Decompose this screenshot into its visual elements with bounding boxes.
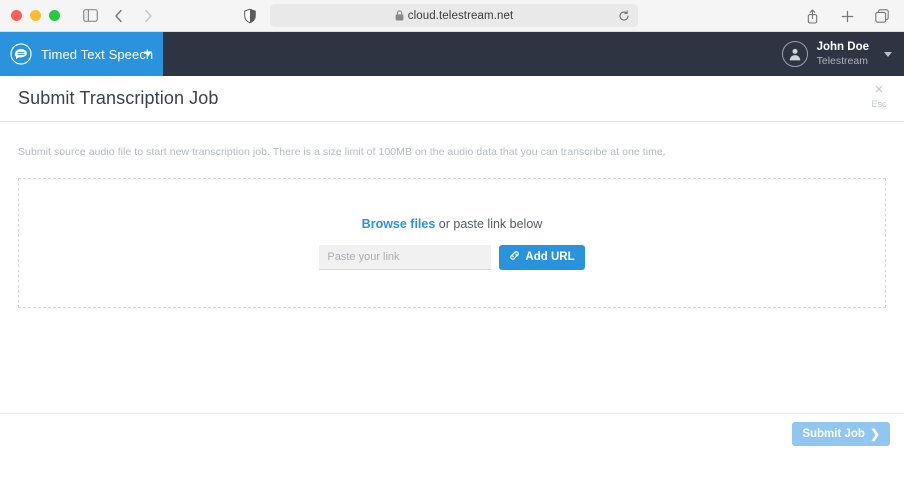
page-title: Submit Transcription Job (18, 88, 219, 108)
close-button[interactable]: × Esc (864, 81, 894, 109)
browser-right-icons (799, 0, 895, 32)
chevron-right-icon: ❯ (869, 426, 880, 441)
sidebar-toggle-icon[interactable] (77, 5, 103, 27)
submit-job-button[interactable]: Submit Job ❯ (792, 421, 890, 446)
page-description: Submit source audio file to start new tr… (18, 146, 666, 158)
dropzone-wrapper: Browse files or paste link below Add URL (0, 171, 904, 311)
plus-icon[interactable] (834, 5, 860, 27)
reload-icon[interactable] (618, 9, 630, 22)
navbar-spacer (163, 32, 782, 76)
dropzone-prompt-rest: or paste link below (435, 216, 543, 231)
user-meta: John Doe Telestream (817, 41, 869, 66)
add-url-label: Add URL (525, 251, 575, 263)
user-menu[interactable]: John Doe Telestream (781, 32, 904, 76)
add-url-button[interactable]: Add URL (499, 244, 585, 270)
browser-toolbar: cloud.telestream.net (0, 0, 904, 32)
traffic-lights (0, 10, 60, 21)
browser-nav-icons (77, 5, 161, 27)
paste-link-row: Add URL (319, 244, 585, 270)
window-close-button[interactable] (11, 10, 22, 21)
address-bar-field[interactable]: cloud.telestream.net (270, 4, 638, 27)
tabs-overview-icon[interactable] (869, 5, 895, 27)
browse-files-link[interactable]: Browse files (362, 217, 436, 231)
close-shortcut-label: Esc (871, 98, 887, 109)
dropzone-prompt: Browse files or paste link below (362, 217, 543, 231)
privacy-shield-icon[interactable] (244, 8, 256, 23)
back-chevron-icon[interactable] (106, 5, 132, 27)
close-icon: × (874, 81, 884, 98)
user-avatar-icon (781, 41, 808, 67)
window-minimize-button[interactable] (30, 10, 41, 21)
page-header: Submit Transcription Job × Esc (0, 76, 904, 122)
user-org: Telestream (816, 54, 868, 67)
brand-label: Timed Text Speech (41, 46, 154, 62)
page-footer: Submit Job ❯ (0, 413, 904, 453)
link-chain-icon (509, 250, 520, 264)
share-icon[interactable] (799, 5, 825, 27)
window-maximize-button[interactable] (49, 10, 60, 21)
user-name: John Doe (816, 41, 869, 54)
submit-job-label: Submit Job (802, 427, 865, 440)
paste-link-input[interactable] (319, 244, 492, 270)
speech-bubble-logo (10, 43, 32, 65)
chevron-down-icon[interactable] (884, 51, 892, 57)
forward-chevron-icon[interactable] (135, 5, 161, 27)
address-bar[interactable]: cloud.telestream.net (270, 4, 638, 27)
brand-product-switcher[interactable]: Timed Text Speech (0, 32, 163, 76)
main-content: Submit source audio file to start new tr… (0, 122, 904, 453)
chevron-down-icon[interactable] (144, 51, 152, 57)
app-navbar: Timed Text Speech John Doe Telestream (0, 32, 904, 76)
lock-icon (395, 10, 404, 21)
file-dropzone[interactable]: Browse files or paste link below Add URL (18, 178, 886, 308)
address-bar-url: cloud.telestream.net (407, 9, 514, 22)
